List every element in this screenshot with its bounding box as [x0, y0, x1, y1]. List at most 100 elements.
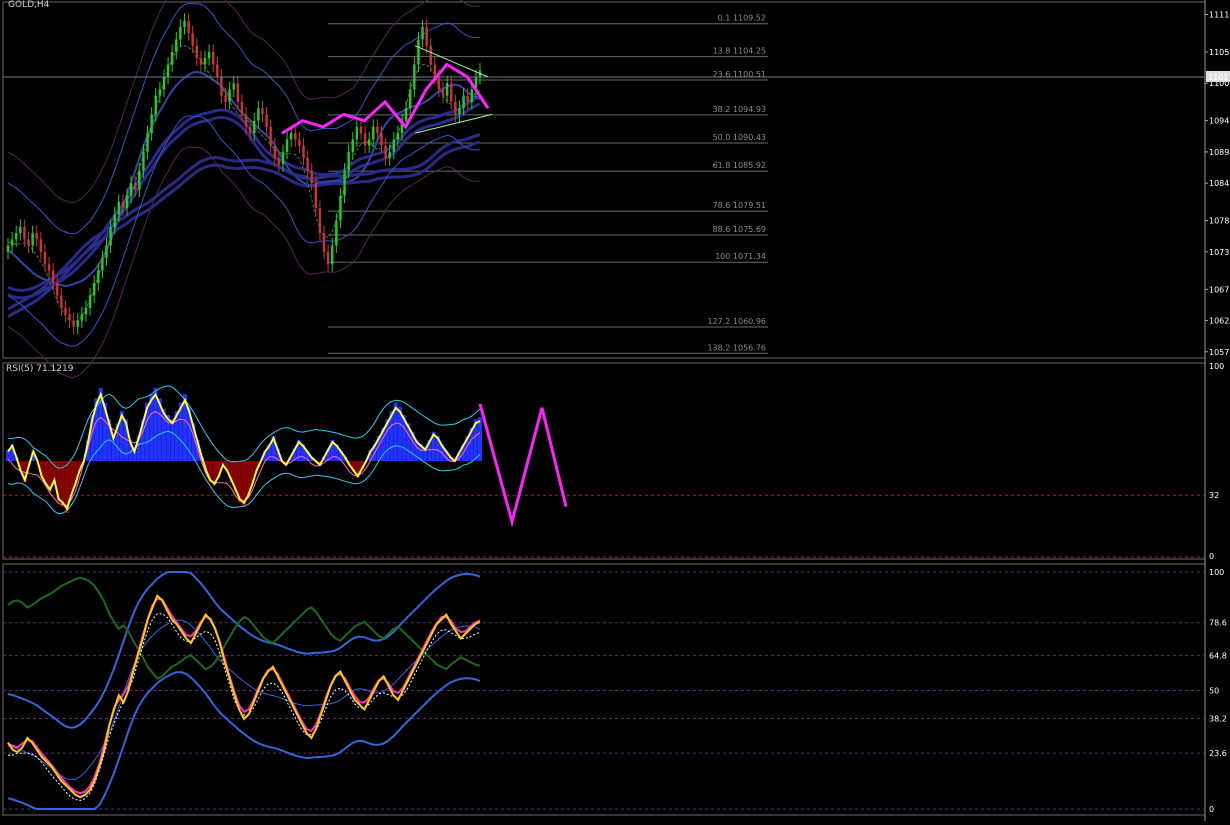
candle-body	[158, 89, 162, 96]
candle-body	[10, 239, 14, 246]
candle-body	[253, 120, 256, 134]
chart-svg[interactable]: 1111110511001094108910841078107310671062…	[0, 0, 1230, 821]
candle-body	[417, 39, 420, 65]
candle-body	[183, 20, 186, 27]
candle-body	[433, 64, 437, 77]
candle-body	[343, 170, 346, 196]
candle-body	[19, 226, 22, 234]
candle-body	[56, 283, 59, 296]
fib-level-label: 88.6 1075.69	[713, 225, 766, 234]
candle-body	[351, 139, 354, 152]
candle-body	[421, 26, 424, 40]
stoch-band-upper	[7, 571, 481, 729]
price-tick-label: 1111	[1209, 10, 1229, 19]
candle-body	[314, 183, 318, 209]
candle-body	[404, 108, 408, 121]
candle-body	[14, 233, 18, 240]
candle-body	[97, 270, 100, 284]
price-tick-label: 1057	[1209, 348, 1229, 357]
candle-body	[27, 239, 30, 246]
candle-body	[281, 151, 285, 165]
candle-body	[269, 126, 272, 146]
stoch-tick-label: 78.6	[1209, 619, 1227, 628]
candle-body	[466, 95, 469, 102]
candle-body	[454, 101, 457, 115]
candle-body	[384, 145, 387, 159]
candle-body	[64, 308, 67, 315]
candle-body	[23, 226, 26, 240]
rsi-tick-label: 100	[1209, 362, 1224, 371]
candle-body	[236, 83, 240, 102]
candle-body	[170, 51, 174, 65]
candle-body	[458, 108, 461, 115]
candle-body	[175, 39, 178, 52]
candle-body	[224, 95, 227, 102]
candle-body	[191, 33, 194, 46]
candle-body	[101, 258, 104, 271]
stoch-dashed-line	[7, 613, 481, 802]
triangle-upper-line	[414, 45, 489, 78]
candle-body	[302, 145, 305, 159]
candle-body	[363, 133, 367, 146]
stoch-tick-label: 38.2	[1209, 714, 1227, 723]
candle-body	[372, 126, 375, 140]
stoch-band-mid	[7, 619, 481, 781]
candle-body	[289, 133, 293, 140]
fib-level-label: 127.2 1060.96	[707, 317, 766, 326]
chart-canvas[interactable]: 1111 1105 1100 1094 1089 1084 1078 1073 1067 1062…	[0, 0, 1230, 821]
price-tick-label: 1062	[1209, 317, 1229, 326]
candle-body	[92, 283, 96, 296]
candle-body	[470, 89, 474, 102]
candle-body	[437, 76, 441, 90]
candle-body	[125, 195, 129, 209]
candle-body	[450, 83, 453, 102]
stoch-tick-label: 100	[1209, 568, 1224, 577]
fib-level-label: 61.8 1085.92	[713, 161, 766, 170]
candle-body	[298, 139, 301, 146]
candle-body	[179, 26, 182, 40]
rsi-title: RSI(5) 71.1219	[6, 364, 74, 374]
candle-body	[285, 139, 289, 152]
stoch-k-line	[7, 593, 481, 799]
candle-body	[43, 251, 47, 265]
candle-body	[310, 170, 313, 184]
candle-body	[376, 126, 379, 134]
candle-body	[203, 58, 207, 65]
candle-body	[154, 95, 157, 115]
candle-body	[244, 114, 248, 127]
rsi-histogram-bar	[170, 419, 175, 461]
candle-body	[150, 114, 153, 134]
candle-body	[335, 220, 338, 246]
fib-level-label: 23.6 1100.51	[713, 70, 766, 79]
candle-body	[306, 158, 309, 171]
candle-body	[392, 139, 396, 152]
stoch-tick-label: 64.8	[1209, 651, 1227, 660]
candle-body	[462, 95, 465, 109]
candle-body	[166, 64, 170, 77]
stoch-pane-frame	[2, 563, 1206, 816]
candle-body	[277, 158, 281, 165]
rsi-tick-label: 32	[1209, 491, 1219, 500]
candle-body	[232, 83, 235, 90]
candle-body	[294, 133, 297, 140]
candle-body	[6, 245, 10, 252]
candle-body	[273, 145, 277, 159]
candle-body	[35, 233, 38, 240]
candle-body	[211, 51, 215, 65]
candle-body	[347, 151, 350, 171]
candle-body	[31, 233, 34, 246]
candle-body	[367, 139, 371, 146]
price-tick-label: 1089	[1209, 148, 1229, 157]
candle-body	[109, 226, 112, 246]
fib-level-label: 100 1071.34	[715, 252, 766, 261]
candle-body	[318, 208, 322, 234]
price-tick-label: 1084	[1209, 179, 1229, 188]
candle-body	[105, 245, 108, 259]
candle-body	[138, 170, 141, 190]
fib-level-label: 78.6 1079.51	[713, 201, 766, 210]
candle-body	[51, 270, 55, 284]
candle-body	[248, 126, 252, 134]
fib-level-label: 50.0 1090.43	[713, 133, 766, 142]
stoch-tick-label: 23.6	[1209, 749, 1227, 758]
price-tick-label: 1067	[1209, 285, 1229, 294]
